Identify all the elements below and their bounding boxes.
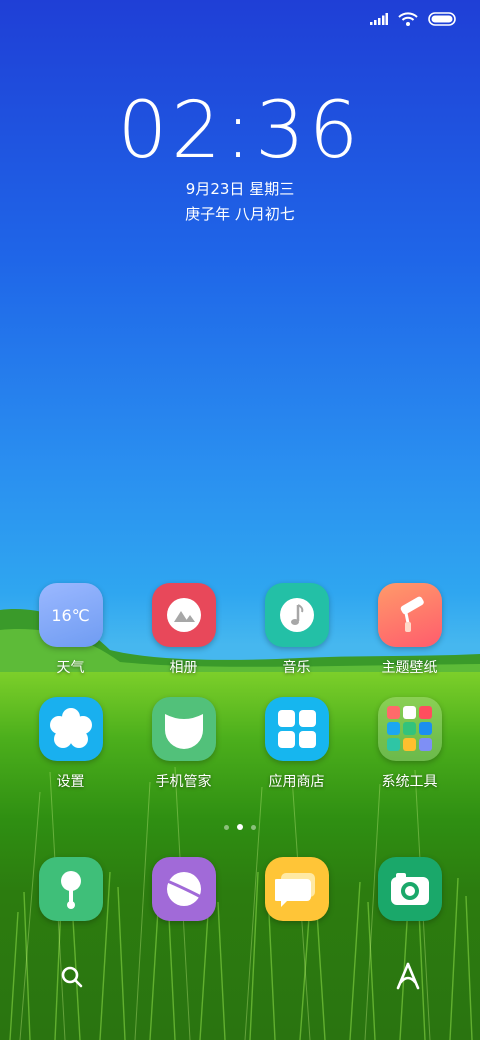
- app-store-icon: [264, 697, 329, 761]
- wifi-icon: [398, 12, 418, 26]
- app-label: 天气: [56, 660, 85, 676]
- dock-messages[interactable]: [240, 857, 353, 921]
- browser-icon: [151, 857, 216, 921]
- dock: [14, 857, 466, 921]
- weather-icon: 16℃: [38, 583, 103, 647]
- app-label: 相册: [169, 660, 198, 676]
- signal-icon: [370, 13, 388, 25]
- app-label: 主题壁纸: [381, 660, 438, 676]
- settings-flower-icon: [38, 697, 103, 761]
- page-dot-active: [237, 824, 243, 830]
- search-icon[interactable]: [61, 966, 83, 988]
- battery-icon: [428, 12, 456, 26]
- bottom-bar: [61, 962, 420, 990]
- camera-icon: [377, 857, 442, 921]
- app-music[interactable]: 音乐: [240, 583, 353, 677]
- app-settings[interactable]: 设置: [14, 697, 127, 791]
- assistant-icon[interactable]: [396, 962, 420, 990]
- app-store[interactable]: 应用商店: [240, 697, 353, 791]
- app-folder-tools[interactable]: 系统工具: [353, 697, 466, 791]
- dock-browser[interactable]: [127, 857, 240, 921]
- phone-icon: [38, 857, 103, 921]
- page-dot: [251, 824, 256, 830]
- app-weather[interactable]: 16℃ 天气: [14, 583, 127, 677]
- dock-camera[interactable]: [353, 857, 466, 921]
- app-security[interactable]: 手机管家: [127, 697, 240, 791]
- app-grid: 16℃ 天气 相册 音乐 主题壁纸 设置 手机管家 应用商店 系统工具: [14, 583, 466, 791]
- music-icon: [264, 583, 329, 647]
- app-label: 音乐: [282, 660, 311, 676]
- gallery-icon: [151, 583, 216, 647]
- security-icon: [151, 697, 216, 761]
- dock-phone[interactable]: [14, 857, 127, 921]
- lunar-date-text: 庚子年 八月初七: [185, 205, 295, 223]
- messages-icon: [264, 857, 329, 921]
- app-label: 设置: [56, 774, 85, 790]
- folder-icon: [377, 697, 442, 761]
- weather-temperature: 16℃: [51, 605, 90, 625]
- app-gallery[interactable]: 相册: [127, 583, 240, 677]
- status-bar: [370, 12, 458, 26]
- theme-paint-roller-icon: [377, 583, 442, 647]
- clock-time: 02:36: [117, 86, 363, 176]
- date-text: 9月23日 星期三: [185, 180, 295, 198]
- page-dot: [224, 824, 229, 830]
- page-indicator: [0, 824, 480, 830]
- app-label: 系统工具: [381, 774, 438, 790]
- app-label: 手机管家: [155, 774, 212, 790]
- app-label: 应用商店: [268, 774, 325, 790]
- app-themes[interactable]: 主题壁纸: [353, 583, 466, 677]
